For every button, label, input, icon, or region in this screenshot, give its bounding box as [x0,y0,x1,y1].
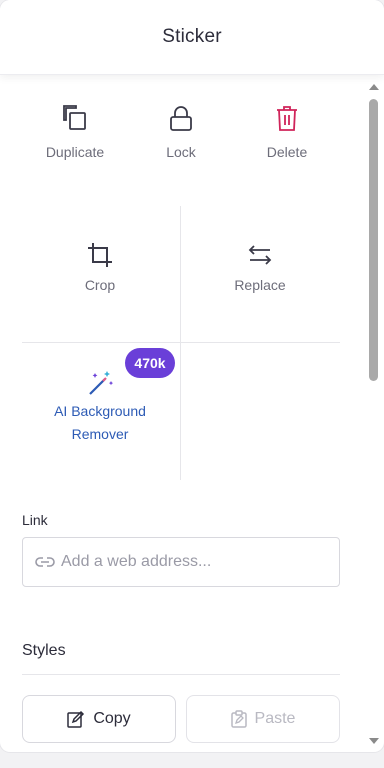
crop-icon [88,243,112,267]
styles-divider [22,674,340,675]
lock-button[interactable]: Lock [136,104,226,160]
panel-title: Sticker [162,26,222,47]
grid-divider-vertical [180,206,181,480]
ai-background-remover-button[interactable]: AI Background Remover [40,368,160,446]
lock-icon [170,106,192,131]
web-address-input[interactable] [61,553,321,571]
scrollbar-thumb[interactable] [369,99,378,381]
copy-style-button[interactable]: Copy [22,695,176,743]
replace-button[interactable]: Replace [200,241,320,293]
duplicate-label: Duplicate [45,144,105,160]
trash-icon [277,106,297,131]
magic-wand-icon [89,371,114,395]
scroll-down-arrow-icon[interactable] [369,738,379,744]
duplicate-button[interactable]: Duplicate [30,104,120,160]
grid-divider-horizontal [22,342,340,343]
paste-label: Paste [254,710,296,727]
link-icon [35,557,55,567]
scroll-up-arrow-icon[interactable] [369,84,379,90]
delete-button[interactable]: Delete [242,104,332,160]
panel-header: Sticker [0,0,384,75]
replace-label: Replace [234,277,286,293]
usage-count-badge: 470k [125,348,175,378]
copy-style-icon [67,710,85,728]
link-field[interactable] [22,537,340,587]
copy-label: Copy [93,710,131,727]
paste-style-button[interactable]: Paste [186,695,340,743]
swap-arrows-icon [248,245,272,265]
duplicate-icon [63,105,86,130]
crop-label: Crop [84,277,116,293]
paste-clipboard-icon [230,710,247,728]
ai-background-label-line1: AI Background [54,403,146,419]
crop-button[interactable]: Crop [40,241,160,293]
panel-scrollbar[interactable] [366,82,380,748]
delete-label: Delete [266,144,308,160]
styles-section-label: Styles [22,642,66,659]
panel-content: Duplicate Lock Delete Crop Replace AI Ba… [0,76,364,752]
lock-label: Lock [166,144,196,160]
link-section-label: Link [22,512,48,528]
sticker-panel: Sticker Duplicate Lock Delete Crop Repla… [0,0,384,752]
ai-background-label-line2: Remover [71,426,129,442]
